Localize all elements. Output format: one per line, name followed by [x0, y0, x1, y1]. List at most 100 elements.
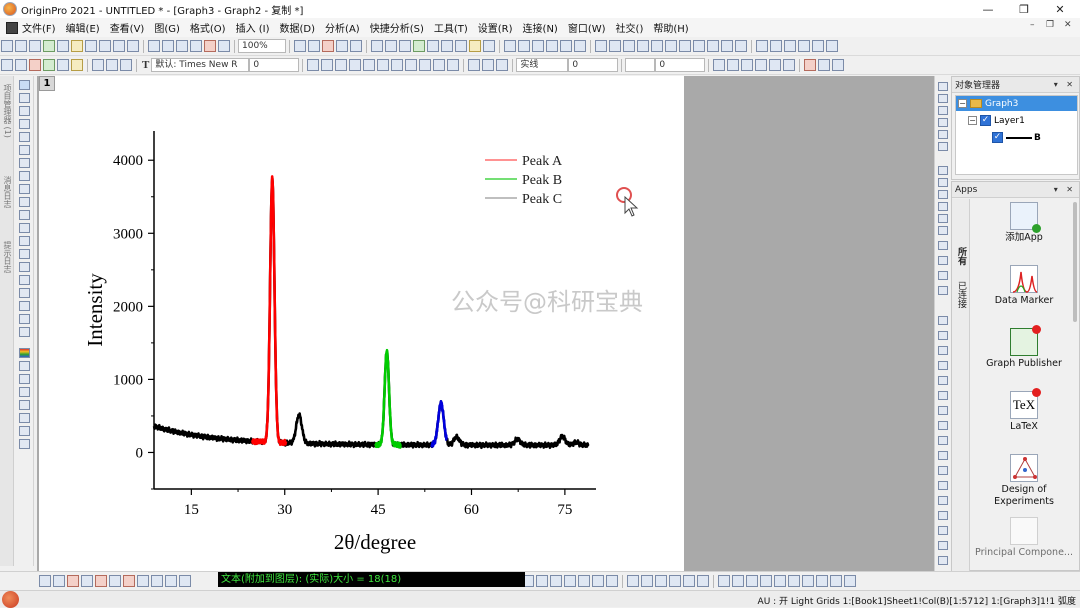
fill-icon[interactable] — [71, 59, 83, 71]
object-icon[interactable] — [788, 575, 800, 587]
column-style-icon[interactable] — [123, 575, 135, 587]
freehand-icon[interactable] — [19, 301, 30, 311]
add-axis-icon[interactable] — [574, 40, 586, 52]
right-tool-icon[interactable] — [938, 130, 948, 139]
zoom-combo[interactable]: 100% — [238, 39, 286, 53]
bar-style-icon[interactable] — [95, 575, 107, 587]
right-tool-icon[interactable] — [938, 541, 948, 550]
curved-arrow-icon[interactable] — [19, 223, 30, 233]
object-icon[interactable] — [718, 575, 730, 587]
align-icon[interactable] — [669, 575, 681, 587]
mdi-restore-button[interactable]: ❐ — [1046, 20, 1054, 30]
new-function-icon[interactable] — [57, 40, 69, 52]
add-layer-icon[interactable] — [518, 40, 530, 52]
insert-column-icon[interactable] — [812, 40, 824, 52]
undo-icon[interactable] — [92, 59, 104, 71]
annotation-icon[interactable] — [19, 327, 30, 337]
app-data-marker[interactable]: Data Marker — [972, 265, 1076, 307]
column-err-icon[interactable] — [707, 40, 719, 52]
symbol-style-icon[interactable] — [81, 575, 93, 587]
results-log-icon[interactable] — [399, 40, 411, 52]
template-style-icon[interactable] — [179, 575, 191, 587]
checkbox-checked-icon[interactable]: ✓ — [980, 115, 991, 126]
zoom-in-icon[interactable] — [294, 40, 306, 52]
menu-connect[interactable]: 连接(N) — [523, 20, 558, 35]
polygon-tool-icon[interactable] — [19, 275, 30, 285]
layer-management-icon[interactable] — [455, 40, 467, 52]
align-icon[interactable] — [697, 575, 709, 587]
project-explorer-icon[interactable] — [427, 40, 439, 52]
right-tool-icon[interactable] — [938, 511, 948, 520]
color-icon[interactable] — [15, 59, 27, 71]
xrd-chart[interactable]: 0 1000 2000 3000 4000 15 30 45 60 75 2θ/degree Inte… — [39, 76, 684, 571]
layout-icon[interactable] — [536, 575, 548, 587]
hint-log-tab[interactable]: 提示日志 — [1, 241, 13, 273]
refresh-icon[interactable] — [176, 40, 188, 52]
right-tool-icon[interactable] — [938, 376, 948, 385]
minimize-button[interactable]: — — [970, 0, 1006, 18]
symbol-icon[interactable] — [43, 59, 55, 71]
scale-tool-icon[interactable] — [19, 106, 30, 116]
command-window-icon[interactable] — [413, 40, 425, 52]
right-tool-icon[interactable] — [938, 142, 948, 151]
fit-linear-icon[interactable] — [637, 40, 649, 52]
contour-style-icon[interactable] — [151, 575, 163, 587]
right-tool-icon[interactable] — [938, 271, 948, 280]
script-window-icon[interactable] — [371, 40, 383, 52]
filter-icon[interactable] — [609, 40, 621, 52]
menu-format[interactable]: 格式(O) — [190, 20, 226, 35]
mdi-minimize-button[interactable]: – — [1030, 20, 1035, 30]
right-tool-icon[interactable] — [938, 556, 948, 565]
ungroup-icon[interactable] — [755, 59, 768, 71]
app-design-of-experiments[interactable]: Design of Experiments — [972, 454, 1076, 508]
column-y-icon[interactable] — [679, 40, 691, 52]
right-tool-icon[interactable] — [938, 241, 948, 250]
zoom-tool-icon[interactable] — [19, 93, 30, 103]
region-tool-icon[interactable] — [19, 184, 30, 194]
tree-item-graph[interactable]: − Graph3 — [956, 96, 1077, 111]
font-color-icon[interactable] — [447, 59, 460, 71]
new-graph-icon[interactable] — [29, 40, 41, 52]
arrow-tool-icon[interactable] — [19, 210, 30, 220]
code-builder-icon[interactable] — [385, 40, 397, 52]
right-tool-icon[interactable] — [938, 286, 948, 295]
gradient-icon[interactable] — [727, 59, 740, 71]
mask-tool-icon[interactable] — [19, 158, 30, 168]
menu-quick-analysis[interactable]: 快捷分析(S) — [370, 20, 424, 35]
circle-tool-icon[interactable] — [19, 262, 30, 272]
plot-style-icon[interactable] — [67, 575, 79, 587]
save-template-icon[interactable] — [127, 40, 139, 52]
font-name-combo[interactable]: 默认: Times New R — [151, 58, 250, 72]
object-icon[interactable] — [844, 575, 856, 587]
right-tool-icon[interactable] — [938, 391, 948, 400]
right-tool-icon[interactable] — [938, 106, 948, 115]
column-label-icon[interactable] — [721, 40, 733, 52]
underline-icon[interactable] — [335, 59, 348, 71]
area-style-icon[interactable] — [109, 575, 121, 587]
bold-icon[interactable] — [307, 59, 320, 71]
extract-icon[interactable] — [546, 40, 558, 52]
duplicate-icon[interactable] — [190, 40, 202, 52]
column-disregard-icon[interactable] — [735, 40, 747, 52]
right-tool-icon[interactable] — [938, 190, 948, 199]
plot-color-icon[interactable] — [29, 59, 41, 71]
menu-file[interactable]: 文件(F) — [22, 20, 56, 35]
right-tool-icon[interactable] — [938, 82, 948, 91]
line-style-icon[interactable] — [39, 575, 51, 587]
new-workbook-icon[interactable] — [15, 40, 27, 52]
align-left-icon[interactable] — [419, 59, 432, 71]
align-icon[interactable] — [683, 575, 695, 587]
collapse-icon[interactable]: − — [968, 116, 977, 125]
align-icon[interactable] — [655, 575, 667, 587]
italic-icon[interactable] — [321, 59, 334, 71]
delete-column-icon[interactable] — [826, 40, 838, 52]
rectangle-tool-icon[interactable] — [19, 249, 30, 259]
font-smaller-icon[interactable] — [405, 59, 418, 71]
dash-style-icon[interactable] — [53, 575, 65, 587]
menu-settings[interactable]: 设置(R) — [478, 20, 513, 35]
object-icon[interactable] — [816, 575, 828, 587]
maximize-button[interactable]: ❐ — [1006, 0, 1042, 18]
statistics-icon[interactable] — [623, 40, 635, 52]
layout-icon[interactable] — [606, 575, 618, 587]
right-tool-icon[interactable] — [938, 481, 948, 490]
